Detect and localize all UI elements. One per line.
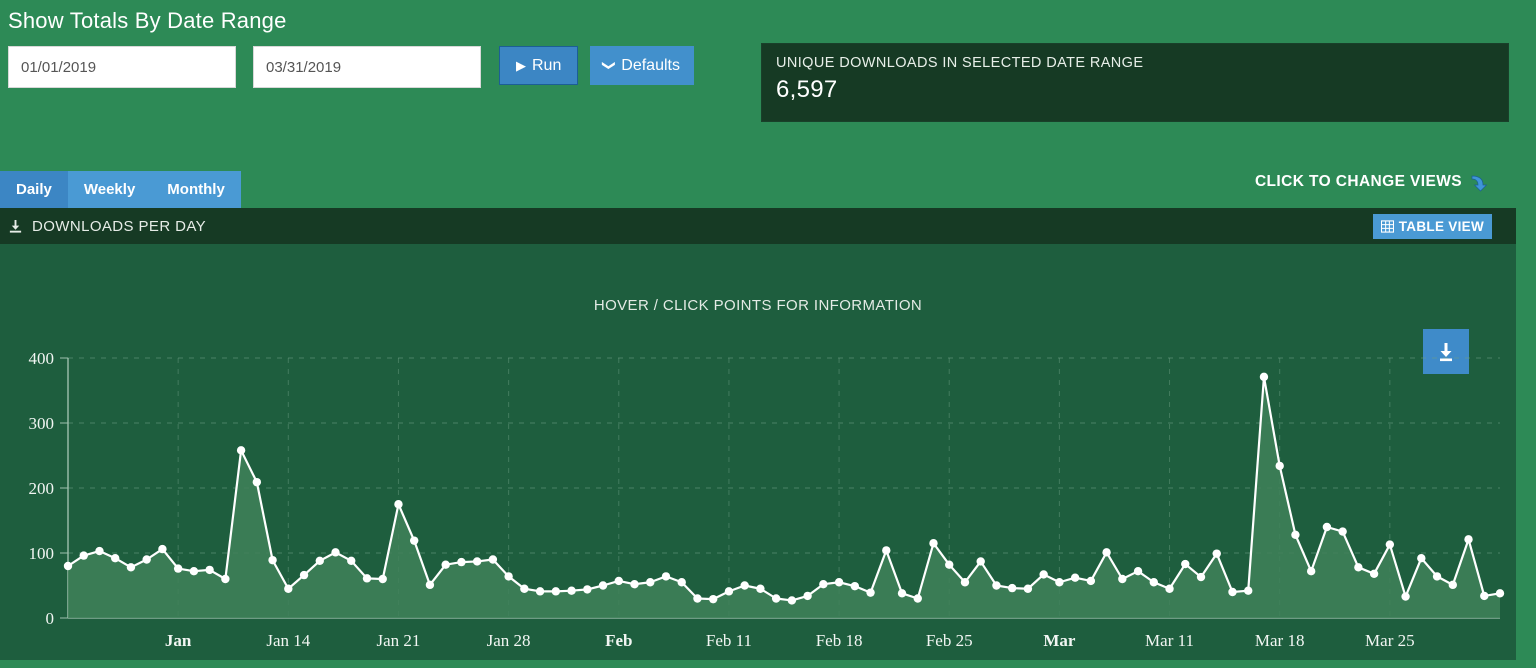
tab-monthly[interactable]: Monthly	[151, 171, 241, 208]
date-range-controls: ▶ Run ❯ Defaults	[8, 46, 694, 88]
svg-text:300: 300	[29, 414, 55, 433]
unique-downloads-stat-panel: UNIQUE DOWNLOADS IN SELECTED DATE RANGE …	[761, 43, 1509, 122]
tab-daily[interactable]: Daily	[0, 171, 68, 208]
svg-text:400: 400	[29, 349, 55, 368]
download-icon	[8, 219, 23, 234]
defaults-button-label: Defaults	[621, 56, 680, 74]
svg-text:Mar: Mar	[1043, 631, 1076, 650]
svg-text:Jan 14: Jan 14	[266, 631, 310, 650]
curved-down-arrow-icon	[1469, 172, 1489, 192]
play-icon: ▶	[516, 58, 526, 73]
change-views-label: CLICK TO CHANGE VIEWS	[1254, 173, 1462, 190]
table-view-button[interactable]: TABLE VIEW	[1372, 214, 1492, 239]
svg-text:Jan 21: Jan 21	[377, 631, 421, 650]
start-date-input[interactable]	[8, 46, 236, 88]
svg-text:Mar 18: Mar 18	[1255, 631, 1305, 650]
stat-value: 6,597	[776, 76, 838, 103]
svg-text:Feb: Feb	[605, 631, 632, 650]
svg-text:0: 0	[46, 609, 55, 628]
downloads-chart-panel: DOWNLOADS PER DAY TABLE VIEW HOVER / CLI…	[0, 208, 1516, 660]
downloads-line-chart[interactable]: 0 100 200 300 400 Jan Jan 14 Jan 21 Jan 28 Feb Feb…	[0, 244, 1516, 660]
bottom-strip	[0, 660, 1536, 668]
stat-label: UNIQUE DOWNLOADS IN SELECTED DATE RANGE	[776, 55, 1144, 71]
end-date-input[interactable]	[253, 46, 481, 88]
click-to-change-views: CLICK TO CHANGE VIEWS	[1255, 172, 1489, 192]
view-tabs: Daily Weekly Monthly	[0, 171, 241, 208]
table-view-label: TABLE VIEW	[1398, 219, 1484, 234]
run-button-label: Run	[532, 56, 562, 74]
page-title: Show Totals By Date Range	[8, 8, 287, 33]
chart-body: HOVER / CLICK POINTS FOR INFORMATION 0 10…	[0, 244, 1516, 660]
svg-text:100: 100	[29, 544, 55, 563]
svg-text:Feb 18: Feb 18	[816, 631, 863, 650]
run-button[interactable]: ▶ Run	[499, 46, 579, 85]
svg-text:Jan 28: Jan 28	[487, 631, 531, 650]
chart-panel-title-label: DOWNLOADS PER DAY	[32, 217, 207, 235]
table-grid-icon	[1380, 220, 1394, 233]
defaults-button[interactable]: ❯ Defaults	[590, 46, 694, 85]
chart-panel-header: DOWNLOADS PER DAY TABLE VIEW	[0, 208, 1516, 244]
svg-text:Jan: Jan	[165, 631, 192, 650]
svg-text:Mar 11: Mar 11	[1145, 631, 1194, 650]
svg-text:Feb 11: Feb 11	[706, 631, 752, 650]
svg-text:Mar 25: Mar 25	[1365, 631, 1415, 650]
tab-weekly[interactable]: Weekly	[67, 171, 152, 208]
chart-panel-title: DOWNLOADS PER DAY	[8, 218, 206, 235]
svg-text:200: 200	[29, 479, 55, 498]
chevron-down-icon: ❯	[602, 60, 618, 71]
svg-text:Feb 25: Feb 25	[926, 631, 973, 650]
